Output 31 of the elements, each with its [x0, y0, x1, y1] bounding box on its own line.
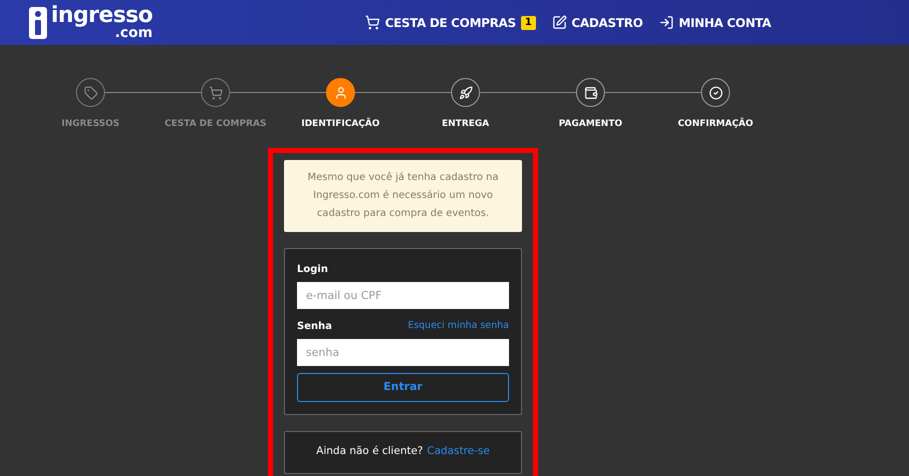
- cart-icon: [208, 86, 222, 100]
- notice-message: Mesmo que você já tenha cadastro na Ingresso.com é necessário um novo cadastro para compra de eventos.: [284, 160, 522, 232]
- signup-link[interactable]: Cadastre-se: [427, 444, 490, 460]
- nav-link[interactable]: CADASTRO: [552, 14, 643, 32]
- step-label: INGRESSOS: [61, 118, 120, 131]
- step-label: CESTA DE COMPRAS: [164, 118, 266, 131]
- tag-icon: [84, 86, 98, 100]
- signup-prompt: Ainda não é cliente?: [316, 444, 423, 460]
- rocket-icon: [458, 86, 472, 100]
- edit-icon: [552, 15, 567, 30]
- step-label: CONFIRMAÇÃO: [678, 118, 754, 131]
- step-label: ENTREGA: [442, 118, 490, 131]
- nav-link[interactable]: CESTA DE COMPRAS 1: [365, 14, 536, 32]
- logo-text: ingresso: [51, 5, 153, 27]
- user-icon: [334, 86, 348, 100]
- cart-icon: [365, 15, 380, 30]
- step-label: IDENTIFICAÇÃO: [301, 118, 380, 131]
- login-button[interactable]: Entrar: [297, 372, 509, 402]
- login-label: Login: [297, 262, 329, 276]
- password-field[interactable]: senha: [297, 338, 509, 366]
- step-label: PAGAMENTO: [558, 118, 622, 131]
- forgot-password-link[interactable]: Esqueci minha senha: [408, 318, 509, 334]
- logo-suffix: .com: [114, 27, 153, 40]
- wallet-icon: [584, 86, 598, 100]
- login-field[interactable]: e-mail ou CPF: [297, 282, 509, 308]
- login-icon: [658, 15, 674, 30]
- password-label: Senha: [297, 320, 332, 334]
- logo-icon: [28, 6, 48, 38]
- check-circle-icon: [708, 86, 722, 100]
- nav-link[interactable]: MINHA CONTA: [658, 14, 771, 32]
- count-badge: 1: [520, 16, 536, 30]
